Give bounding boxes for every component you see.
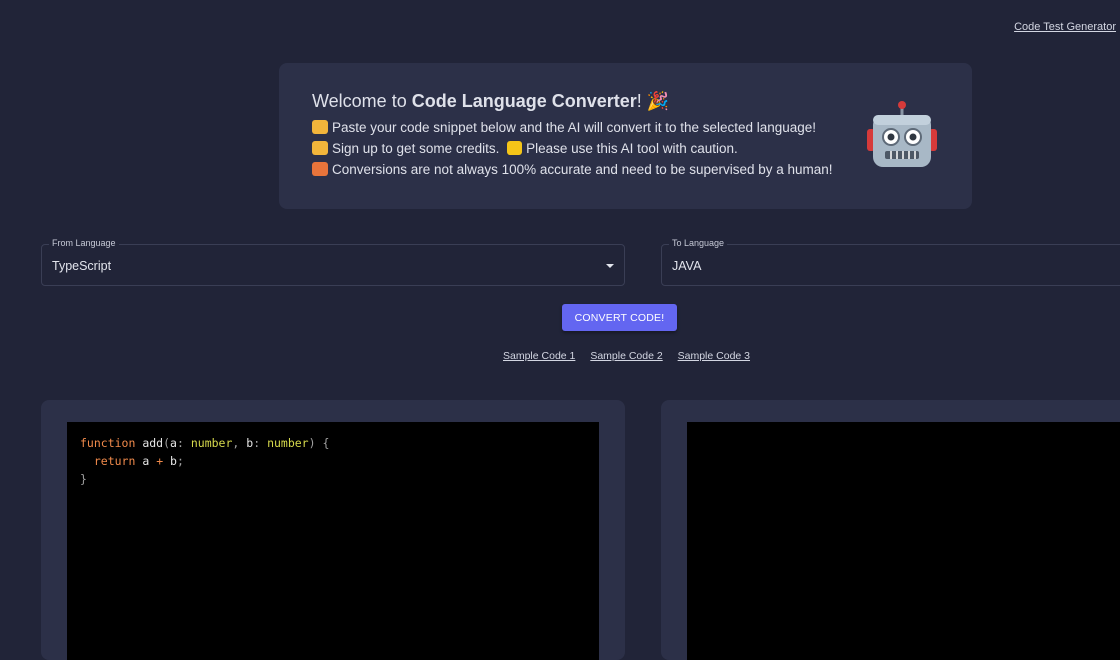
robot-icon bbox=[867, 101, 937, 167]
pointing-right-icon bbox=[312, 141, 328, 155]
code-test-generator-link[interactable]: Code Test Generator bbox=[1014, 21, 1116, 33]
welcome-line-text: Sign up to get some credits. bbox=[332, 141, 500, 156]
from-language-label: From Language bbox=[49, 238, 119, 248]
welcome-title-suffix: ! 🎉 bbox=[636, 91, 670, 111]
welcome-line-text: Paste your code snippet below and the AI… bbox=[332, 120, 817, 135]
source-code-editor[interactable]: function add(a: number, b: number) { ret… bbox=[67, 422, 599, 660]
warning-icon bbox=[507, 141, 523, 155]
welcome-line-paste: Paste your code snippet below and the AI… bbox=[312, 120, 816, 135]
sample-links: Sample Code 1 Sample Code 2 Sample Code … bbox=[503, 350, 762, 362]
output-code-panel bbox=[661, 400, 1120, 660]
sample-code-3-link[interactable]: Sample Code 3 bbox=[678, 350, 750, 362]
sample-code-1-link[interactable]: Sample Code 1 bbox=[503, 350, 575, 362]
welcome-card: Welcome to Code Language Converter! 🎉 Pa… bbox=[279, 63, 972, 209]
warning-text: Please use this AI tool with caution. bbox=[526, 141, 738, 156]
from-language-select[interactable]: From Language TypeScript bbox=[41, 238, 625, 286]
chevron-down-icon bbox=[606, 264, 614, 268]
convert-code-button[interactable]: CONVERT CODE! bbox=[562, 304, 677, 331]
repeat-icon bbox=[312, 162, 328, 176]
output-code-editor[interactable] bbox=[687, 422, 1120, 660]
sample-code-2-link[interactable]: Sample Code 2 bbox=[590, 350, 662, 362]
source-code[interactable]: function add(a: number, b: number) { ret… bbox=[67, 422, 599, 500]
welcome-line-accuracy: Conversions are not always 100% accurate… bbox=[312, 162, 833, 177]
welcome-line-signup: Sign up to get some credits. Please use … bbox=[312, 141, 738, 156]
from-language-value: TypeScript bbox=[52, 259, 112, 273]
app-name: Code Language Converter bbox=[411, 91, 637, 111]
to-language-value: JAVA bbox=[672, 259, 702, 273]
to-language-label: To Language bbox=[669, 238, 728, 248]
to-language-select[interactable]: To Language JAVA bbox=[661, 238, 1120, 286]
source-code-panel: function add(a: number, b: number) { ret… bbox=[41, 400, 625, 660]
welcome-title: Welcome to Code Language Converter! 🎉 bbox=[312, 91, 669, 112]
welcome-title-prefix: Welcome to bbox=[312, 91, 412, 111]
pointing-down-icon bbox=[312, 120, 328, 134]
welcome-line-text: Conversions are not always 100% accurate… bbox=[332, 162, 833, 177]
